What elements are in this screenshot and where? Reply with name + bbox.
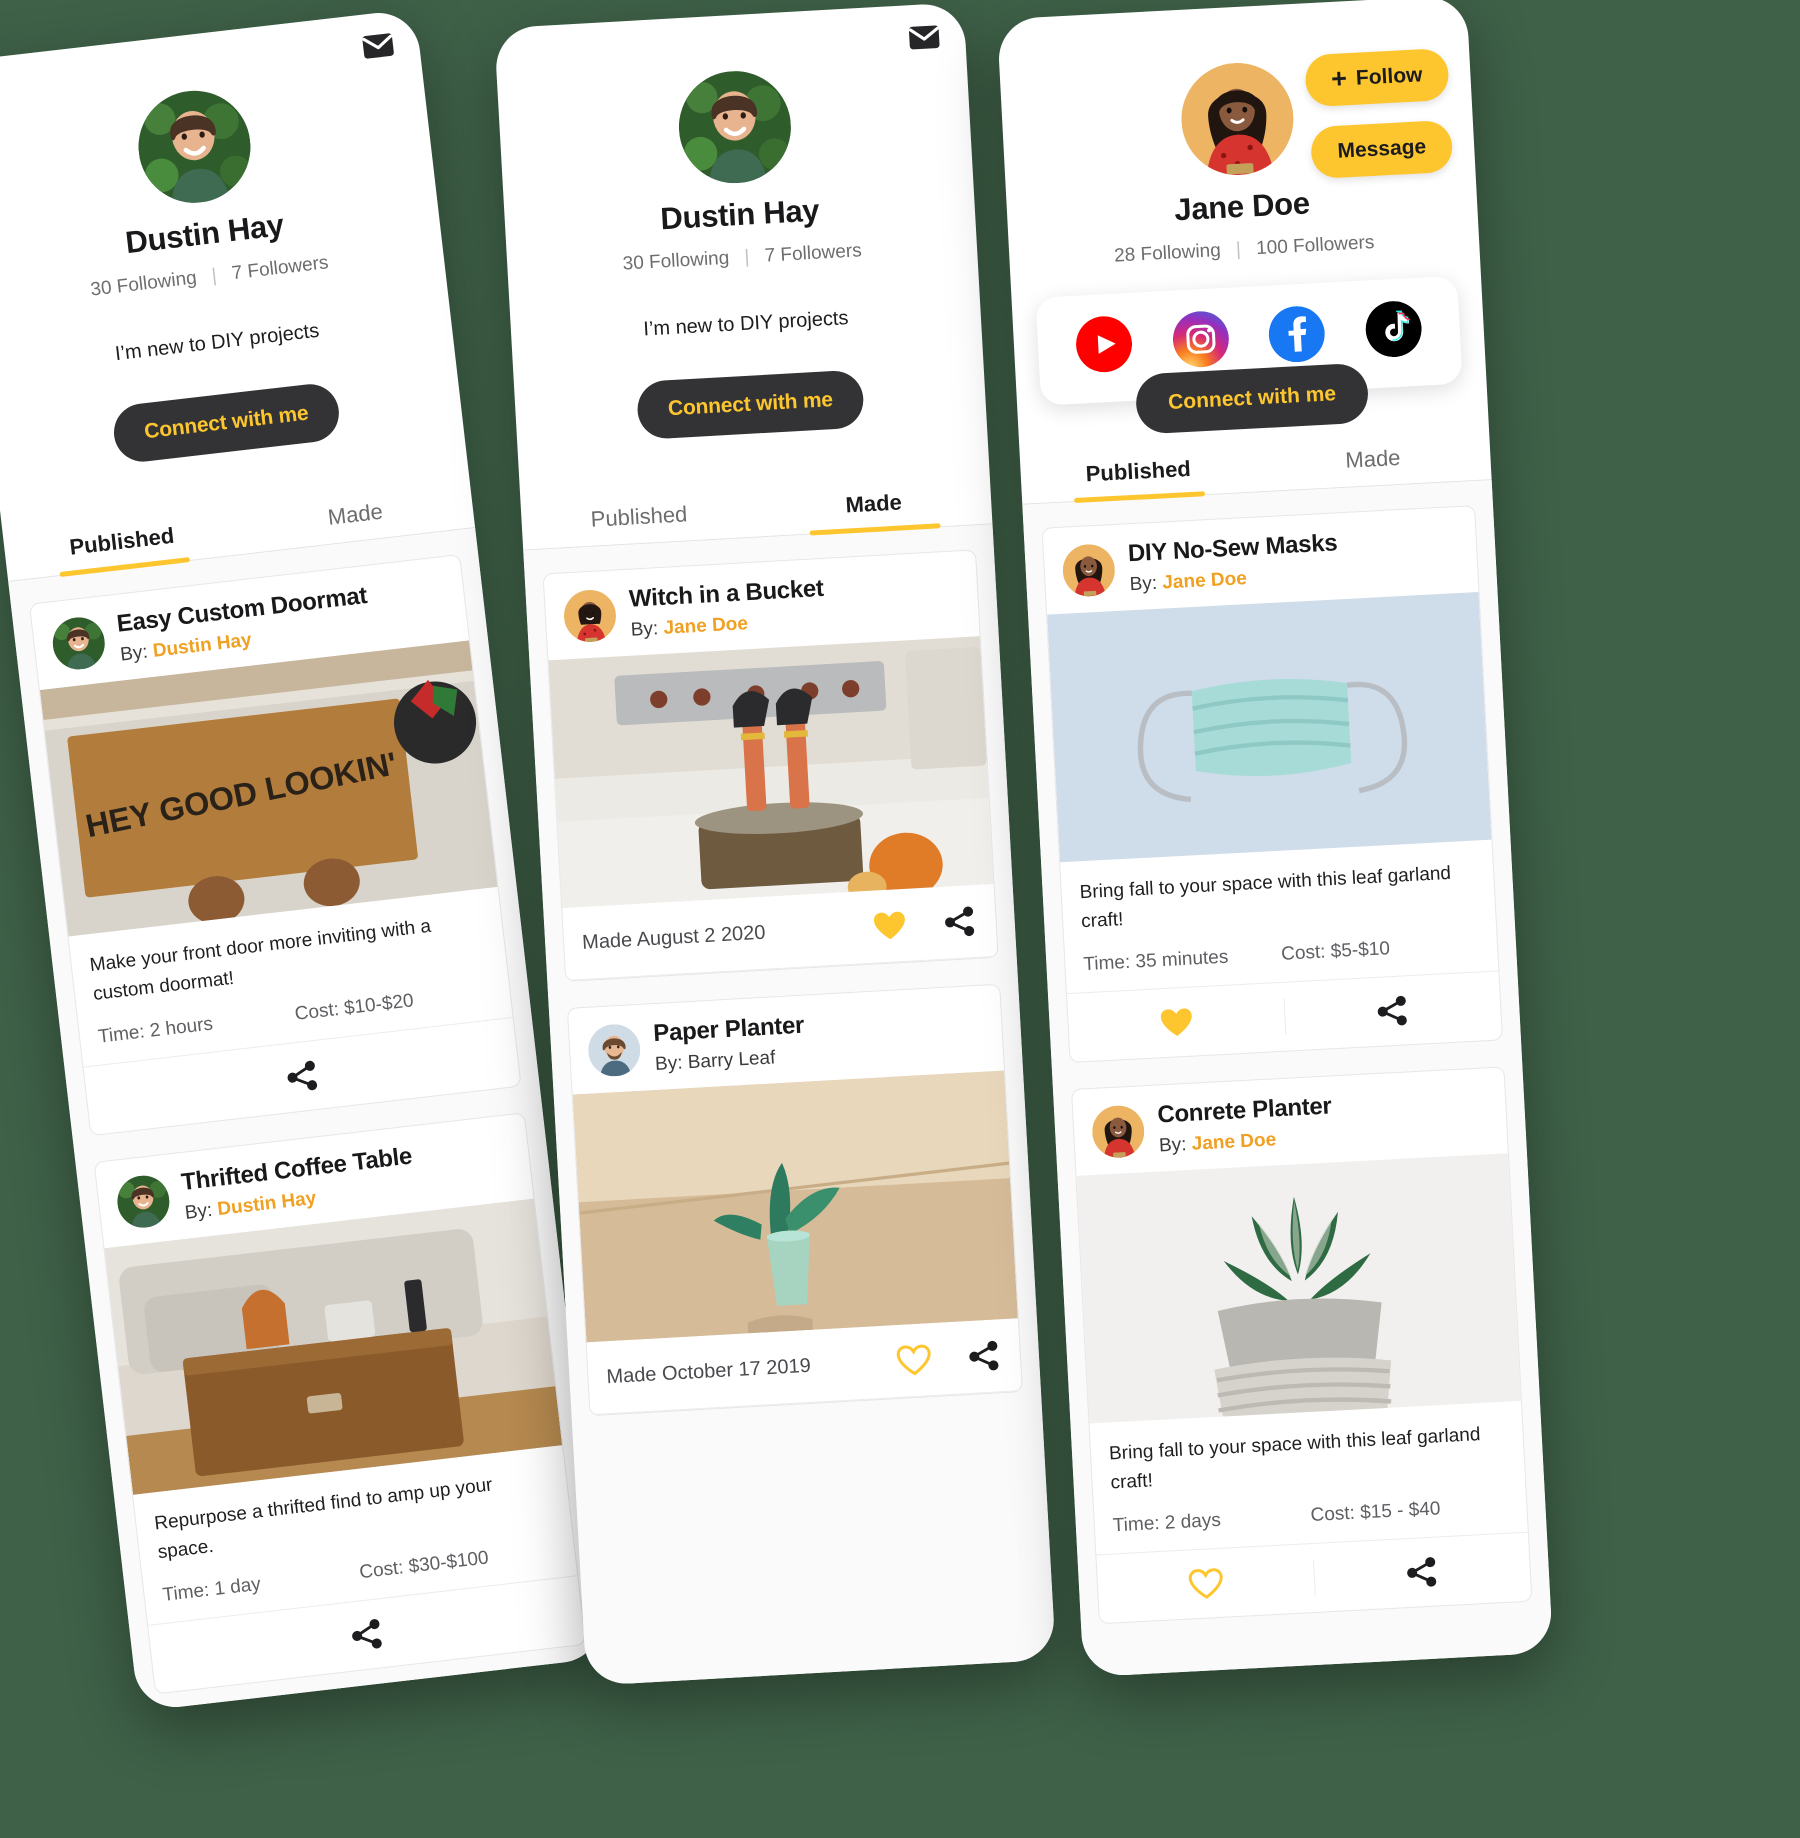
- page-title: Jane Doe: [1173, 185, 1311, 228]
- followers-count: 100 Followers: [1255, 232, 1375, 260]
- follow-button[interactable]: + Follow: [1303, 47, 1450, 108]
- author-name[interactable]: Dustin Hay: [152, 630, 253, 662]
- card-time: Time: 2 hours: [96, 1013, 215, 1048]
- stats-divider: |: [743, 246, 750, 268]
- coffeetable-photo: [104, 1198, 563, 1495]
- project-card[interactable]: Easy Custom Doormat By: Dustin Hay HEY G…: [28, 553, 522, 1137]
- succulent-photo: [1076, 1153, 1521, 1424]
- card-cost: Cost: $15 - $40: [1310, 1498, 1441, 1527]
- witch-photo: [548, 636, 994, 908]
- author-name[interactable]: Jane Doe: [663, 613, 749, 639]
- doormat-photo: HEY GOOD LOOKIN': [39, 640, 498, 937]
- following-count: 28 Following: [1113, 240, 1222, 267]
- following-count: 30 Following: [89, 267, 198, 301]
- profile-stats: 30 Following | 7 Followers: [533, 235, 952, 280]
- project-feed: Witch in a Bucket By: Jane Doe Made Augu…: [523, 524, 1056, 1686]
- card-cost: Cost: $30-$100: [358, 1547, 490, 1584]
- stats-divider: |: [1235, 238, 1242, 261]
- card-time: Time: 35 minutes: [1082, 946, 1229, 976]
- card-time: Time: 1 day: [161, 1573, 262, 1606]
- share-icon[interactable]: [965, 1337, 1003, 1375]
- page-title: Dustin Hay: [659, 192, 821, 237]
- planter-photo: [572, 1070, 1018, 1343]
- phone-screen-jane-published: + Follow Message Jane Doe 28 Following |…: [996, 0, 1554, 1678]
- plus-icon: +: [1330, 63, 1348, 95]
- following-count: 30 Following: [622, 247, 730, 275]
- share-icon[interactable]: [1374, 992, 1412, 1030]
- mail-icon[interactable]: [359, 27, 397, 65]
- project-feed: DIY No-Sew Masks By: Jane Doe Bring fall…: [1022, 480, 1554, 1678]
- share-icon[interactable]: [282, 1057, 322, 1097]
- profile-stats: 28 Following | 100 Followers: [1035, 228, 1454, 272]
- profile-bio: I’m new to DIY projects: [113, 319, 321, 366]
- project-card[interactable]: Thrifted Coffee Table By: Dustin Hay Rep…: [93, 1112, 587, 1695]
- project-card[interactable]: DIY No-Sew Masks By: Jane Doe Bring fall…: [1041, 505, 1504, 1064]
- made-date: Made August 2 2020: [581, 921, 767, 954]
- avatar: [562, 588, 618, 644]
- profile-header: Dustin Hay 30 Following | 7 Followers I’…: [494, 2, 987, 447]
- avatar: [49, 614, 108, 673]
- avatar: [132, 84, 257, 209]
- avatar: [1061, 543, 1117, 598]
- project-card[interactable]: Witch in a Bucket By: Jane Doe Made Augu…: [542, 549, 999, 982]
- instagram-icon[interactable]: [1171, 310, 1230, 369]
- card-cost: Cost: $5-$10: [1280, 938, 1391, 965]
- avatar: [675, 68, 794, 187]
- mockup-stage: Dustin Hay 30 Following | 7 Followers I’…: [0, 0, 1800, 1838]
- profile-header: Dustin Hay 30 Following | 7 Followers I’…: [0, 8, 463, 478]
- connect-with-me-button[interactable]: Connect with me: [636, 369, 865, 440]
- avatar: [1178, 60, 1297, 178]
- mail-icon[interactable]: [906, 19, 942, 55]
- card-time: Time: 2 days: [1112, 1509, 1222, 1537]
- heart-outline-icon[interactable]: [1187, 1565, 1225, 1603]
- avatar: [586, 1022, 642, 1078]
- heart-filled-icon[interactable]: [1157, 1003, 1195, 1041]
- avatar: [114, 1172, 173, 1231]
- follow-label: Follow: [1355, 63, 1423, 90]
- followers-count: 7 Followers: [230, 252, 330, 285]
- by-label: By:: [119, 641, 149, 666]
- author-name[interactable]: Dustin Hay: [216, 1188, 317, 1220]
- author-name[interactable]: Barry Leaf: [687, 1047, 776, 1073]
- message-button[interactable]: Message: [1310, 119, 1454, 180]
- connect-with-me-button[interactable]: Connect with me: [111, 381, 342, 465]
- card-cost: Cost: $10-$20: [293, 990, 415, 1025]
- share-icon[interactable]: [347, 1615, 387, 1655]
- share-icon[interactable]: [941, 903, 979, 941]
- by-label: By:: [183, 1199, 214, 1224]
- heart-filled-icon[interactable]: [871, 907, 909, 945]
- avatar: [1090, 1104, 1146, 1159]
- connect-with-me-button[interactable]: Connect with me: [1134, 362, 1370, 435]
- project-card[interactable]: Paper Planter By: Barry Leaf Made Octobe…: [566, 983, 1023, 1417]
- youtube-icon[interactable]: [1075, 315, 1134, 374]
- by-label: By:: [630, 618, 659, 641]
- phone-screen-dustin-made: Dustin Hay 30 Following | 7 Followers I’…: [494, 2, 1056, 1686]
- mask-photo: [1047, 592, 1492, 863]
- tiktok-icon[interactable]: [1364, 300, 1423, 359]
- project-feed: Easy Custom Doormat By: Dustin Hay HEY G…: [8, 528, 606, 1712]
- heart-outline-icon[interactable]: [895, 1341, 933, 1379]
- stats-divider: |: [210, 265, 218, 287]
- by-label: By:: [1158, 1134, 1188, 1157]
- profile-bio: I’m new to DIY projects: [642, 307, 849, 341]
- facebook-icon[interactable]: [1268, 305, 1327, 364]
- followers-count: 7 Followers: [764, 240, 863, 267]
- by-label: By:: [654, 1052, 684, 1076]
- social-links-card: Connect with me: [1035, 275, 1463, 435]
- profile-actions: + Follow Message: [1303, 47, 1454, 180]
- share-icon[interactable]: [1403, 1553, 1441, 1591]
- author-name[interactable]: Jane Doe: [1191, 1129, 1276, 1154]
- author-name[interactable]: Jane Doe: [1162, 568, 1247, 593]
- by-label: By:: [1129, 572, 1158, 596]
- made-date: Made October 17 2019: [605, 1354, 812, 1388]
- project-card[interactable]: Conrete Planter By: Jane Doe Bring fall …: [1070, 1066, 1533, 1625]
